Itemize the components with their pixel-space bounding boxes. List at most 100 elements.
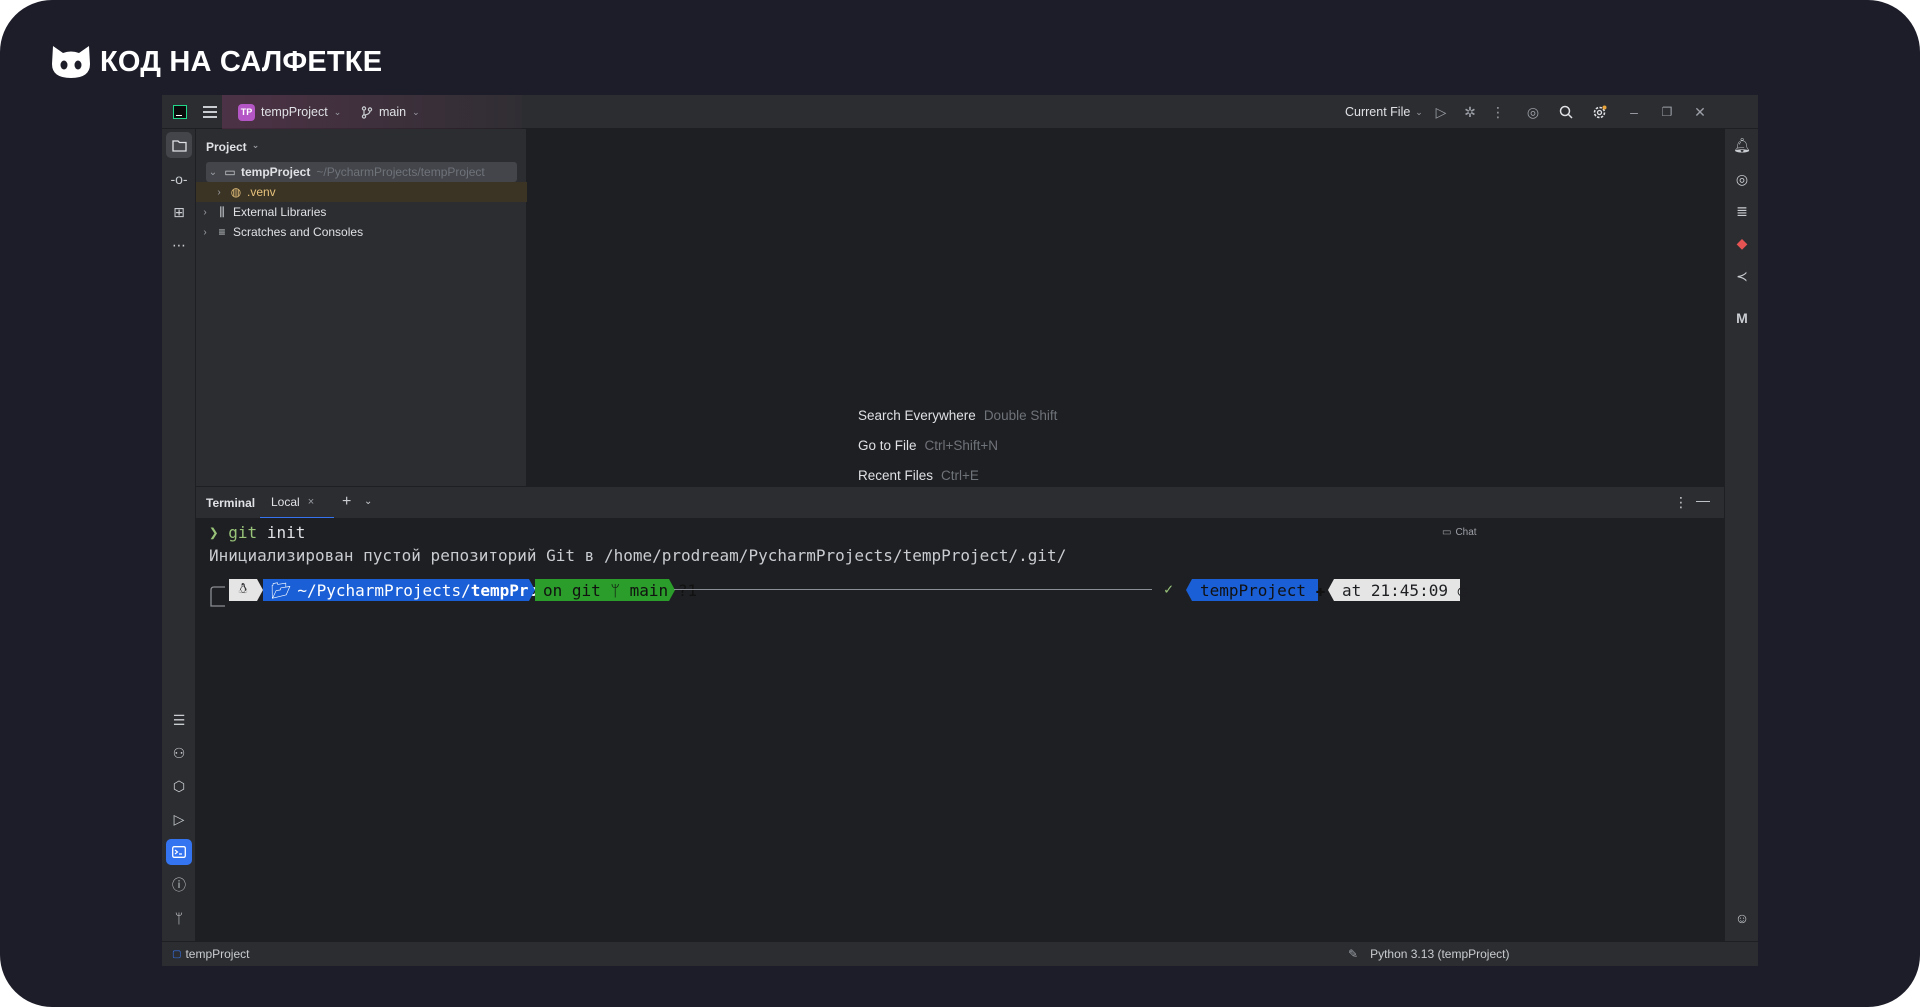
- python-folder-icon: ◍: [230, 185, 242, 199]
- pycharm-logo-icon: [172, 95, 188, 129]
- tree-item-label: Scratches and Consoles: [233, 225, 364, 239]
- hint-recent-files[interactable]: Recent Files Ctrl+E: [858, 468, 979, 483]
- minimize-icon[interactable]: –: [1623, 95, 1645, 129]
- project-panel: Project ⌄ ⌄ ▭ tempProject ~/PycharmProje…: [196, 129, 527, 486]
- prompt-directory: 📂︎ ~/PycharmProjects/tempProject: [263, 579, 577, 601]
- page-frame: КОД НА САЛФЕТКЕ TP tempProject ⌄ main ⌄ …: [0, 0, 1920, 1007]
- project-badge: TP: [238, 103, 255, 121]
- chevron-down-icon[interactable]: ⌄: [364, 496, 372, 507]
- chevron-right-icon: ›: [203, 206, 207, 218]
- run-icon[interactable]: ▷: [1430, 95, 1452, 129]
- tree-item-label: External Libraries: [233, 205, 327, 219]
- prompt-env: tempProject ✚: [1192, 579, 1325, 601]
- branch-switcher[interactable]: main ⌄: [361, 95, 420, 129]
- inspection-icon: ✎: [1348, 947, 1359, 961]
- chevron-down-icon: ⌄: [208, 166, 218, 178]
- hint-search-everywhere[interactable]: Search Everywhere Double Shift: [858, 408, 1057, 423]
- folder-open-icon: 📂︎: [271, 580, 292, 600]
- hint-go-to-file[interactable]: Go to File Ctrl+Shift+N: [858, 438, 998, 453]
- terminal-output-line: Инициализирован пустой репозиторий Git в…: [209, 546, 1067, 565]
- python-console-icon[interactable]: ⬡: [166, 773, 192, 799]
- title-bar: TP tempProject ⌄ main ⌄ Current File ⌄ ▷…: [162, 95, 1758, 129]
- project-panel-header[interactable]: Project ⌄: [206, 140, 259, 154]
- more-options-icon[interactable]: ⋮: [1674, 494, 1688, 511]
- branch-name: main: [379, 105, 407, 119]
- tree-item-path: ~/PycharmProjects/tempProject: [316, 165, 485, 179]
- search-icon[interactable]: [1555, 95, 1577, 129]
- copilot-icon[interactable]: ☺: [1729, 905, 1755, 931]
- services-tool-icon[interactable]: ☰: [166, 707, 192, 733]
- main-menu-button[interactable]: [202, 95, 218, 129]
- brand: КОД НА САЛФЕТКЕ: [50, 44, 382, 80]
- new-tab-icon[interactable]: +: [342, 493, 351, 511]
- problems-tool-icon[interactable]: ⓘ: [166, 872, 192, 898]
- chevron-down-icon: ⌄: [1415, 106, 1423, 117]
- chevron-right-icon: ›: [203, 226, 207, 238]
- chevron-down-icon: ⌄: [333, 106, 342, 117]
- status-bar: ▢ tempProject ✎ Python 3.13 (tempProject…: [162, 941, 1758, 966]
- tab-local[interactable]: Local ×: [260, 487, 334, 519]
- restore-icon[interactable]: ❐: [1656, 95, 1678, 129]
- tree-item-scratches[interactable]: › ≡ Scratches and Consoles: [196, 222, 527, 242]
- ai-chat-icon[interactable]: ◎: [1729, 166, 1755, 192]
- brand-name: КОД НА САЛФЕТКЕ: [100, 45, 383, 78]
- cat-logo-icon: [52, 46, 90, 78]
- terminal-body[interactable]: ▭ Chat ❯ git init Инициализирован пустой…: [196, 518, 1724, 941]
- terminal-tool-icon[interactable]: [166, 839, 192, 865]
- terminal-title: Terminal: [206, 496, 256, 510]
- run-config-select[interactable]: Current File ⌄: [1345, 95, 1423, 129]
- terminal-header: Terminal Local × + ⌄ ⋮ —: [196, 486, 1724, 519]
- status-check-icon: ✓: [1164, 580, 1174, 598]
- tree-item-venv[interactable]: › ◍ .venv: [196, 182, 527, 202]
- ai-assistant-icon[interactable]: ◎: [1522, 95, 1544, 129]
- minimize-panel-icon[interactable]: —: [1696, 492, 1710, 508]
- tree-item-label: .venv: [247, 185, 276, 199]
- terminal-command-line: ❯ git init: [209, 523, 306, 542]
- chat-icon: ▭: [1442, 527, 1452, 538]
- chevron-down-icon: ⌄: [251, 140, 260, 150]
- chevron-right-icon: ›: [217, 186, 221, 198]
- close-icon[interactable]: ✕: [1689, 95, 1711, 129]
- scratches-icon: ≡: [218, 225, 226, 239]
- project-switcher[interactable]: TP tempProject ⌄: [238, 95, 341, 129]
- tree-item-root[interactable]: ⌄ ▭ tempProject ~/PycharmProjects/tempPr…: [206, 162, 517, 182]
- tree-item-external-libraries[interactable]: › ⫼ External Libraries: [196, 202, 527, 222]
- linux-icon: 🐧︎: [229, 579, 257, 601]
- redis-icon[interactable]: ◆: [1729, 230, 1755, 256]
- status-interpreter[interactable]: ✎ Python 3.13 (tempProject): [1348, 947, 1509, 961]
- ide-window: TP tempProject ⌄ main ⌄ Current File ⌄ ▷…: [162, 95, 1758, 966]
- more-tools-icon[interactable]: ⋯: [166, 232, 192, 258]
- markdown-icon[interactable]: M: [1729, 305, 1755, 331]
- run-config-label: Current File: [1345, 105, 1411, 119]
- notifications-icon[interactable]: 🔔︎: [1729, 132, 1755, 158]
- database-icon[interactable]: ≣: [1729, 198, 1755, 224]
- structure-tool-icon[interactable]: ⊞: [166, 199, 192, 225]
- settings-icon[interactable]: [1588, 95, 1610, 129]
- chevron-down-icon: ⌄: [412, 106, 420, 117]
- close-tab-icon[interactable]: ×: [308, 496, 314, 508]
- run-tool-icon[interactable]: ▷: [166, 806, 192, 832]
- tab-label: Local: [271, 495, 300, 509]
- library-icon: ⫼: [219, 204, 225, 219]
- prompt-git-status: on git ᛘ main ?1: [535, 579, 697, 601]
- prompt-corner-icon: [210, 586, 225, 607]
- left-tool-stripe: -o- ⊞ ⋯ ☰ ⚇ ⬡ ▷ ⓘ ᛘ: [162, 129, 196, 941]
- more-actions-icon[interactable]: ⋮: [1487, 95, 1509, 129]
- debug-icon[interactable]: ✲: [1459, 95, 1481, 129]
- folder-icon: ▭: [224, 165, 236, 179]
- project-tool-icon[interactable]: [166, 132, 192, 158]
- powerline-prompt: 🐧︎ 📂︎ ~/PycharmProjects/tempProject on g…: [229, 579, 1710, 601]
- right-tool-stripe: 🔔︎ ◎ ≣ ◆ ≺ M ☺: [1724, 129, 1758, 941]
- git-tool-icon[interactable]: ᛘ: [166, 905, 192, 931]
- endpoints-icon[interactable]: ≺: [1729, 263, 1755, 289]
- branch-icon: [361, 105, 373, 119]
- prompt-time: at 21:45:09 ◷: [1334, 579, 1467, 601]
- tree-item-label: tempProject: [241, 165, 311, 179]
- commit-tool-icon[interactable]: -o-: [166, 166, 192, 192]
- editor-area: Search Everywhere Double Shift Go to Fil…: [528, 129, 1723, 486]
- python-packages-icon[interactable]: ⚇: [166, 740, 192, 766]
- module-icon: ▢: [172, 948, 182, 960]
- chat-button[interactable]: ▭ Chat: [1442, 527, 1477, 538]
- project-name: tempProject: [261, 105, 328, 119]
- status-project[interactable]: ▢ tempProject: [172, 947, 249, 961]
